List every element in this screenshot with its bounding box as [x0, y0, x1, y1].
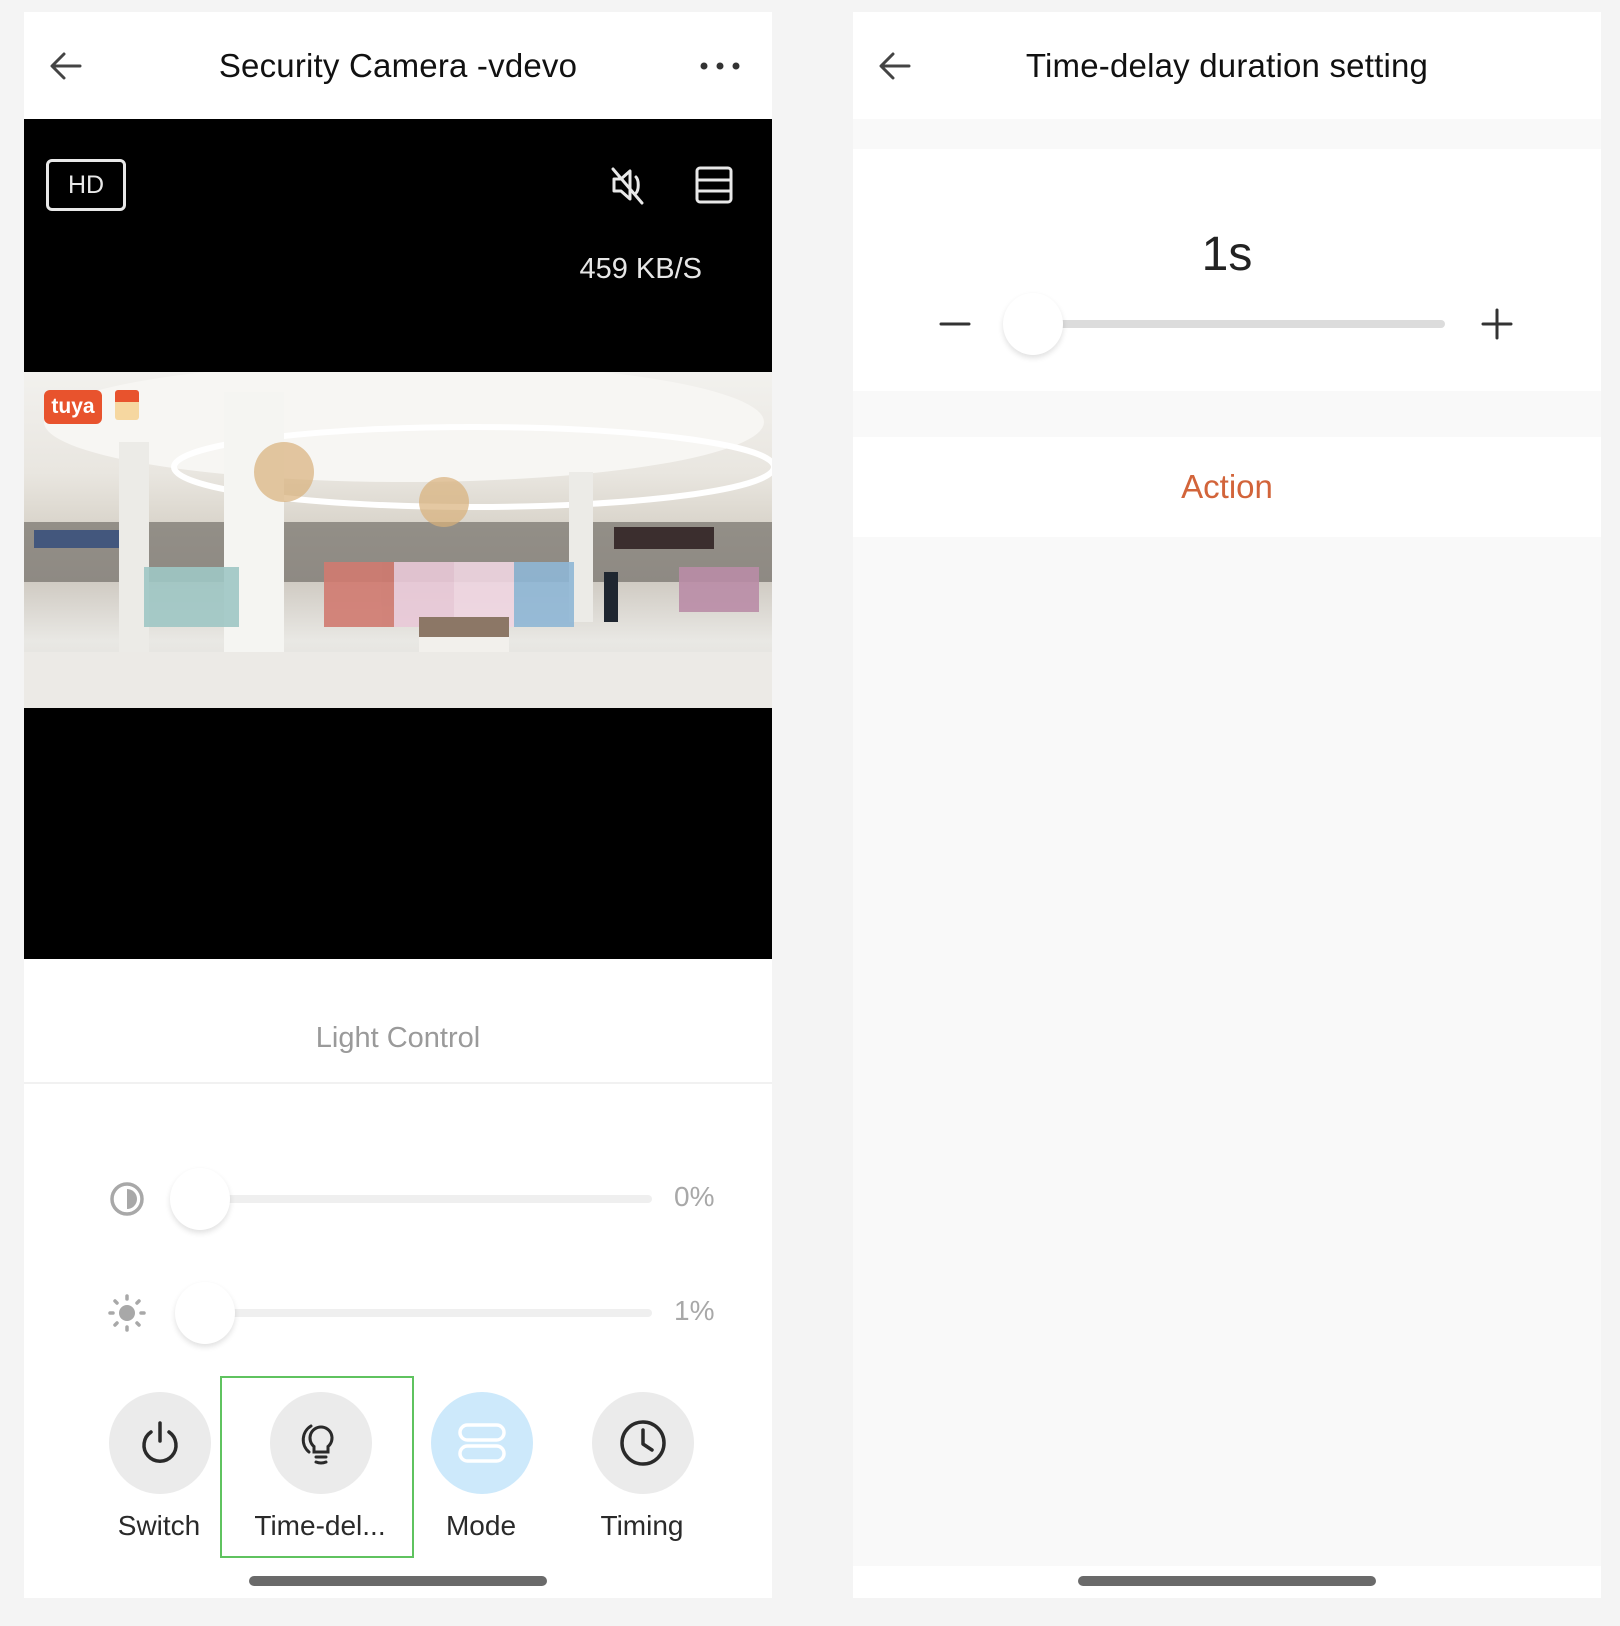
switch-button[interactable]: Switch: [79, 1392, 239, 1552]
camera-screen: Security Camera -vdevo HD 459 KB/S tuya …: [24, 12, 772, 1598]
duration-slider[interactable]: [1003, 293, 1445, 355]
mall-scene: [24, 372, 772, 708]
minus-icon[interactable]: [935, 304, 975, 344]
tuya-watermark: tuya: [44, 390, 102, 424]
tuya-badge-icon: [115, 390, 139, 420]
power-icon: [142, 1421, 178, 1463]
arrow-left-icon[interactable]: [875, 46, 915, 86]
arrow-left-icon[interactable]: [46, 46, 86, 86]
contrast-value: 0%: [674, 1181, 715, 1212]
speaker-muted-icon[interactable]: [606, 163, 650, 207]
brightness-slider[interactable]: [174, 1282, 652, 1344]
action-label: Action: [1181, 468, 1273, 505]
mode-icon: [458, 1423, 506, 1463]
timing-button-circle: [592, 1392, 694, 1494]
page-title: Security Camera -vdevo: [218, 46, 578, 84]
time-delay-screen: Time-delay duration setting 1s Action: [853, 12, 1601, 1598]
home-indicator[interactable]: [249, 1576, 547, 1586]
nav-bar: Time-delay duration setting: [853, 12, 1601, 119]
action-button[interactable]: Action: [853, 437, 1601, 537]
quality-toggle-button[interactable]: HD: [46, 159, 126, 211]
home-indicator[interactable]: [1078, 1576, 1376, 1586]
bulb-icon: [301, 1424, 334, 1465]
bitrate-readout: 459 KB/S: [579, 253, 702, 285]
clock-icon: [620, 1420, 666, 1466]
contrast-icon: [110, 1182, 144, 1216]
camera-feed-image: tuya: [24, 372, 772, 708]
timing-label: Timing: [600, 1510, 684, 1541]
light-control-title: Light Control: [315, 1022, 481, 1054]
duration-value: 1s: [1201, 228, 1253, 281]
video-player[interactable]: HD 459 KB/S tuya: [24, 119, 772, 959]
slider-thumb[interactable]: [170, 1168, 230, 1230]
plus-icon[interactable]: [1477, 304, 1517, 344]
slider-thumb[interactable]: [1003, 293, 1063, 355]
switch-button-circle: [109, 1392, 211, 1494]
function-buttons: Switch Time-del... Mode Timing: [24, 1376, 772, 1558]
page-title: Time-delay duration setting: [1025, 46, 1429, 84]
contrast-slider[interactable]: [170, 1168, 652, 1230]
layout-rows-icon[interactable]: [692, 163, 736, 207]
sun-icon: [108, 1294, 146, 1332]
time-delay-button[interactable]: Time-del...: [240, 1392, 400, 1552]
mode-button-circle: [431, 1392, 533, 1494]
slider-thumb[interactable]: [174, 1282, 235, 1344]
timing-button[interactable]: Timing: [562, 1392, 722, 1552]
nav-bar: Security Camera -vdevo: [24, 12, 772, 119]
mode-button[interactable]: Mode: [401, 1392, 561, 1552]
duration-card: 1s: [853, 149, 1601, 391]
divider: [24, 1082, 772, 1084]
more-horizontal-icon[interactable]: [698, 52, 742, 80]
brightness-value: 1%: [674, 1295, 715, 1326]
brightness-slider-row: 1%: [108, 1282, 714, 1344]
time-delay-button-circle: [270, 1392, 372, 1494]
contrast-slider-row: 0%: [108, 1168, 714, 1230]
